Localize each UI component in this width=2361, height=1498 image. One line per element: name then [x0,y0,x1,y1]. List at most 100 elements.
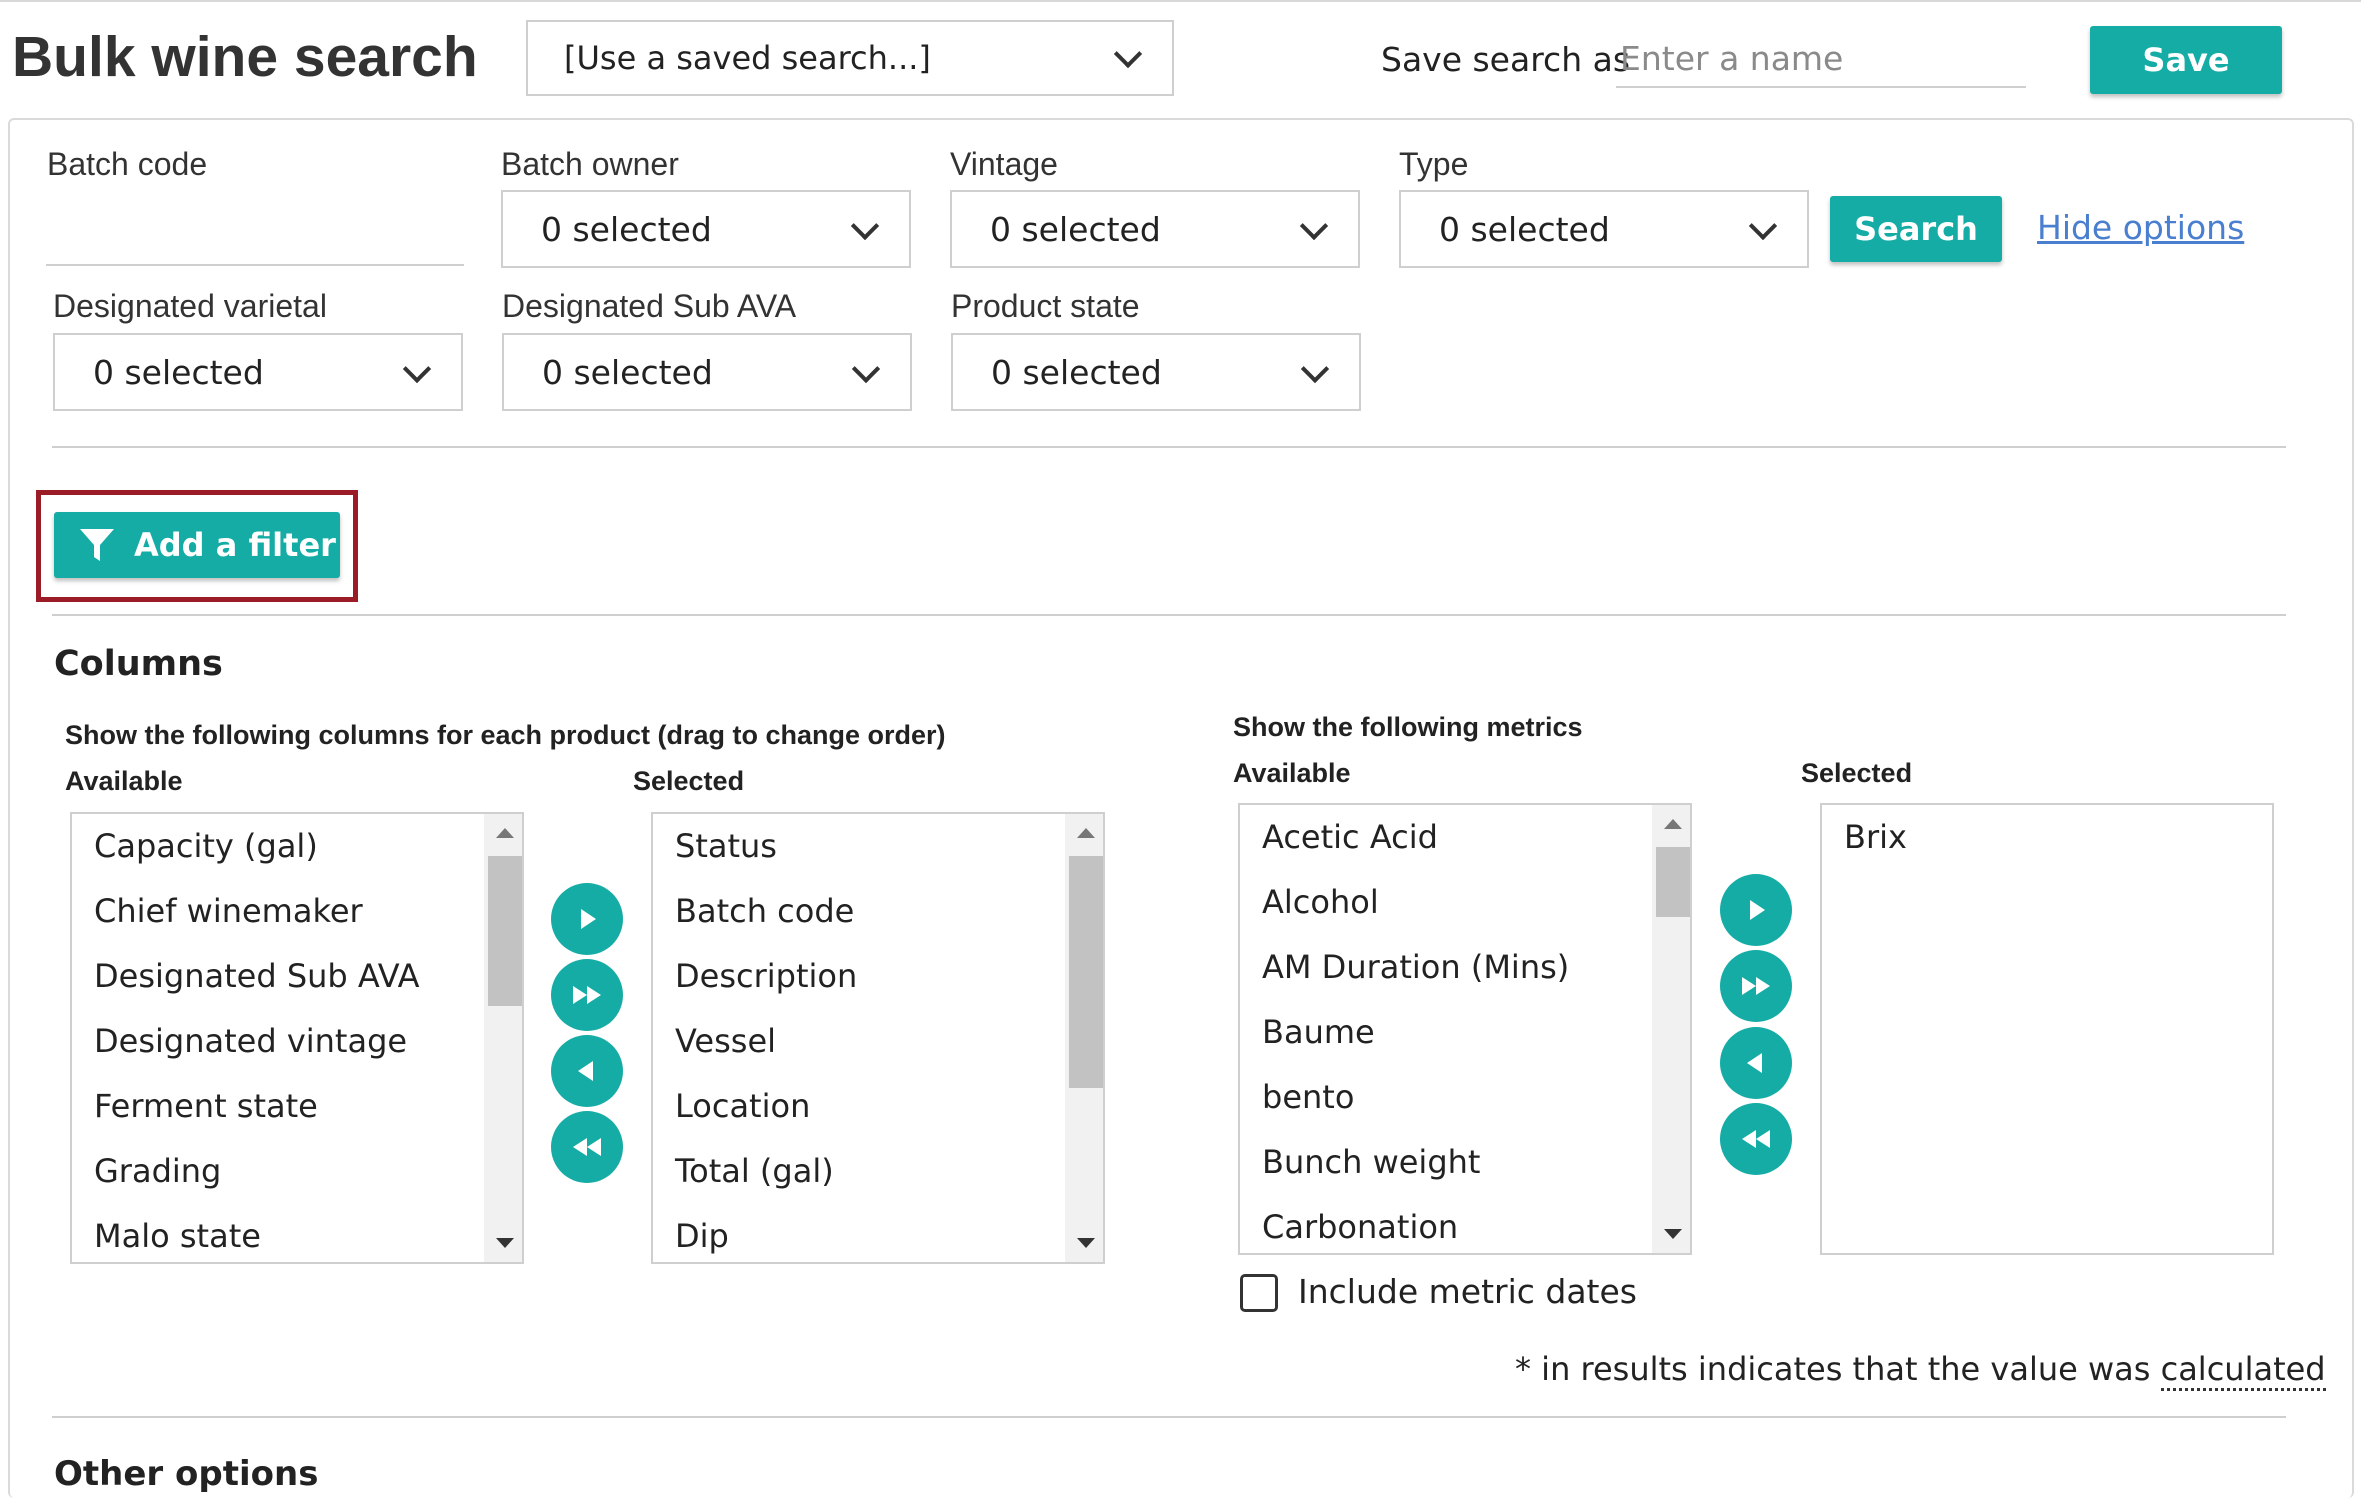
save-name-input[interactable] [1616,30,2026,88]
list-item[interactable]: Chief winemaker [94,885,522,950]
metrics-instructions: Show the following metrics [1233,712,1583,742]
move-all-left-button[interactable] [1720,1103,1792,1175]
list-item[interactable]: Status [675,820,1103,885]
metrics-selected-list[interactable]: Brix [1820,803,2274,1255]
move-all-right-button[interactable] [551,959,623,1031]
columns-available-list[interactable]: Capacity (gal) Chief winemaker Designate… [70,812,524,1264]
product-state-label: Product state [951,288,1140,324]
chevron-down-icon [850,211,880,241]
chevron-down-icon [1299,211,1329,241]
scrollbar[interactable] [484,814,522,1262]
list-item[interactable]: Grading [94,1145,522,1210]
vintage-select[interactable]: 0 selected [950,190,1360,268]
columns-selected-list[interactable]: Status Batch code Description Vessel Loc… [651,812,1105,1264]
save-button[interactable]: Save [2090,26,2282,94]
scroll-thumb[interactable] [488,856,522,1006]
double-left-icon [573,1138,601,1156]
product-state-value: 0 selected [991,352,1162,392]
calculated-note-text: * in results indicates that the value wa… [1515,1350,2161,1388]
move-left-button[interactable] [551,1035,623,1107]
list-item[interactable]: Vessel [675,1015,1103,1080]
list-item[interactable]: Dip [675,1210,1103,1262]
divider [52,614,2286,616]
other-options-title: Other options [54,1454,319,1494]
play-left-icon [1747,1053,1762,1073]
metrics-available-list[interactable]: Acetic Acid Alcohol AM Duration (Mins) B… [1238,803,1692,1255]
chevron-down-icon [1748,211,1778,241]
designated-varietal-label: Designated varietal [53,288,327,324]
list-item[interactable]: Capacity (gal) [94,820,522,885]
list-item[interactable]: Bunch weight [1262,1136,1690,1201]
scroll-down-icon[interactable] [496,1238,514,1248]
batch-owner-label: Batch owner [501,146,679,182]
product-state-select[interactable]: 0 selected [951,333,1361,411]
calculated-term[interactable]: calculated [2160,1350,2326,1391]
batch-code-label: Batch code [47,146,208,182]
type-value: 0 selected [1439,209,1610,249]
designated-sub-ava-value: 0 selected [542,352,713,392]
list-item[interactable]: Baume [1262,1006,1690,1071]
columns-instructions: Show the following columns for each prod… [65,720,946,750]
designated-varietal-value: 0 selected [93,352,264,392]
move-left-button[interactable] [1720,1027,1792,1099]
designated-varietal-select[interactable]: 0 selected [53,333,463,411]
scroll-thumb[interactable] [1069,856,1103,1088]
list-item[interactable]: Ferment state [94,1080,522,1145]
add-filter-button[interactable]: Add a filter [54,512,340,578]
designated-sub-ava-label: Designated Sub AVA [502,288,797,324]
list-item[interactable]: Carbonation [1262,1201,1690,1253]
calculated-note: * in results indicates that the value wa… [1515,1350,2326,1391]
scroll-down-icon[interactable] [1664,1229,1682,1239]
divider [52,1416,2286,1418]
chevron-down-icon [402,354,432,384]
play-right-icon [581,909,596,929]
saved-search-value: [Use a saved search...] [564,39,931,77]
filter-funnel-icon [80,529,114,561]
hide-options-link[interactable]: Hide options [2037,208,2244,247]
divider [52,446,2286,448]
chevron-down-icon [1113,39,1143,69]
include-metric-dates-checkbox[interactable] [1240,1274,1278,1312]
move-all-right-button[interactable] [1720,950,1792,1022]
list-item[interactable]: Designated vintage [94,1015,522,1080]
designated-sub-ava-select[interactable]: 0 selected [502,333,912,411]
list-item[interactable]: bento [1262,1071,1690,1136]
move-all-left-button[interactable] [551,1111,623,1183]
type-select[interactable]: 0 selected [1399,190,1809,268]
list-item[interactable]: Alcohol [1262,876,1690,941]
chevron-down-icon [1300,354,1330,384]
save-search-label: Save search as [1381,40,1631,79]
list-item[interactable]: Total (gal) [675,1145,1103,1210]
top-border [0,0,2361,2]
saved-search-select[interactable]: [Use a saved search...] [526,20,1174,96]
list-item[interactable]: AM Duration (Mins) [1262,941,1690,1006]
list-item[interactable]: Location [675,1080,1103,1145]
metrics-available-label: Available [1233,758,1351,788]
move-right-button[interactable] [551,883,623,955]
scroll-down-icon[interactable] [1077,1238,1095,1248]
list-item[interactable]: Designated Sub AVA [94,950,522,1015]
scroll-up-icon[interactable] [1664,819,1682,829]
double-right-icon [1742,977,1770,995]
list-item[interactable]: Acetic Acid [1262,811,1690,876]
list-item[interactable]: Batch code [675,885,1103,950]
scrollbar[interactable] [1652,805,1690,1253]
double-right-icon [573,986,601,1004]
double-left-icon [1742,1130,1770,1148]
type-label: Type [1399,146,1469,182]
move-right-button[interactable] [1720,874,1792,946]
scrollbar[interactable] [1065,814,1103,1262]
scroll-up-icon[interactable] [496,828,514,838]
scroll-thumb[interactable] [1656,847,1690,917]
list-item[interactable]: Brix [1844,811,2272,876]
metrics-selected-label: Selected [1801,758,1913,788]
batch-owner-select[interactable]: 0 selected [501,190,911,268]
list-item[interactable]: Description [675,950,1103,1015]
columns-title: Columns [54,644,223,684]
list-item[interactable]: Malo state [94,1210,522,1262]
search-button[interactable]: Search [1830,196,2002,262]
vintage-value: 0 selected [990,209,1161,249]
play-right-icon [1750,900,1765,920]
scroll-up-icon[interactable] [1077,828,1095,838]
batch-code-input[interactable] [46,186,464,266]
